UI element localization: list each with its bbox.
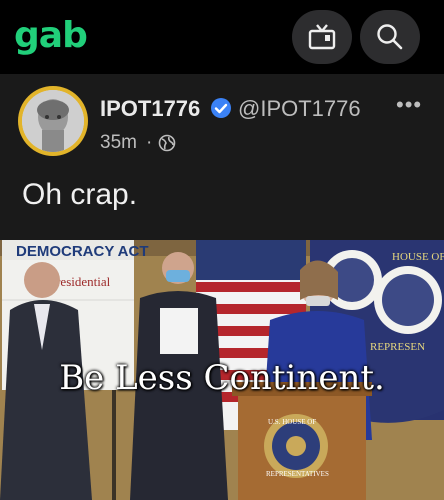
more-options-button[interactable]: ••• [396, 92, 422, 118]
globe-icon [158, 134, 176, 152]
podium-seal-bottom-text: REPRESENTATIVES [266, 470, 329, 478]
tv-button[interactable] [292, 10, 352, 64]
search-button[interactable] [360, 10, 420, 64]
image-caption: Be Less Continent. [59, 358, 385, 398]
tv-icon [308, 24, 336, 50]
display-name[interactable]: IPOT1776 [100, 96, 200, 122]
handle[interactable]: @IPOT1776 [238, 96, 361, 122]
separator-dot: · [146, 132, 153, 153]
timestamp[interactable]: 35m [100, 132, 137, 154]
avatar[interactable] [18, 86, 88, 156]
flag-seal-side-text: REPRESEN [370, 341, 425, 353]
avatar-image [22, 90, 84, 152]
search-icon [377, 24, 403, 50]
gab-logo[interactable]: gab [14, 14, 88, 58]
post-media-image[interactable]: DEMOCRACY ACT t Presidential HOUSE OF RE… [0, 240, 444, 500]
post-card: IPOT1776 @IPOT1776 ••• 35m · Oh crap. DE… [0, 74, 444, 500]
post-text: Oh crap. [22, 178, 138, 211]
sign-title: DEMOCRACY ACT [16, 243, 149, 260]
top-bar: gab [0, 0, 444, 72]
flag-seal-text: HOUSE OF [392, 251, 444, 263]
verified-badge-icon [211, 98, 231, 118]
podium-seal-top-text: U.S. HOUSE OF [268, 418, 316, 426]
